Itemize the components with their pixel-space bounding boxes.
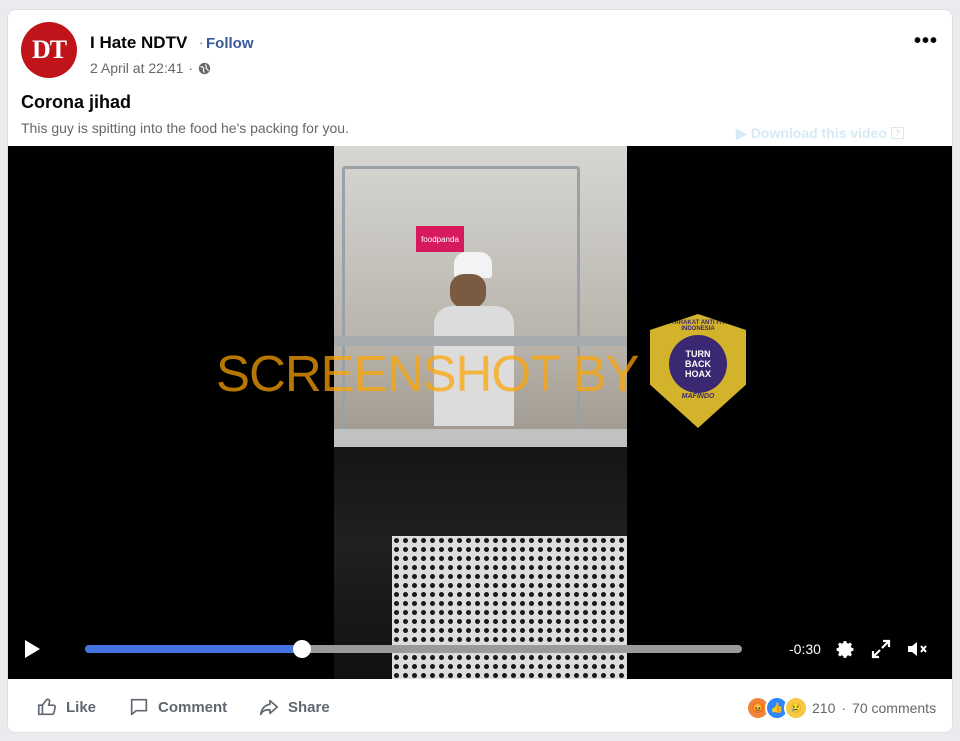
comment-label: Comment bbox=[158, 698, 228, 716]
progress-track[interactable] bbox=[85, 640, 742, 658]
mafindo-badge: MASYARAKAT ANTI FITNAH INDONESIA TURN BA… bbox=[650, 314, 746, 428]
fullscreen-icon[interactable] bbox=[869, 637, 893, 661]
download-video-label: Download this video bbox=[750, 125, 887, 141]
follow-button[interactable]: Follow bbox=[206, 35, 254, 52]
globe-icon bbox=[198, 62, 211, 74]
thumbs-up-icon bbox=[37, 698, 56, 716]
share-label: Share bbox=[288, 698, 330, 716]
like-button[interactable]: Like bbox=[36, 696, 96, 718]
comment-count-link[interactable]: 70 comments bbox=[852, 700, 936, 716]
time-remaining: -0:30 bbox=[789, 641, 821, 657]
meta-separator: · bbox=[188, 60, 194, 76]
page-name-link[interactable]: I Hate NDTV bbox=[90, 33, 187, 53]
download-help-icon: ? bbox=[890, 127, 905, 139]
video-player[interactable]: foodpanda SCREENSHOT BY MASYARAKAT ANTI … bbox=[8, 146, 952, 679]
badge-org-text: MASYARAKAT ANTI FITNAH INDONESIA bbox=[657, 320, 739, 332]
badge-line: TURN bbox=[685, 349, 711, 359]
post-meta: 2 April at 22:41 · bbox=[90, 60, 211, 76]
post-card: DT I Hate NDTV · Follow 2 April at 22:41… bbox=[7, 9, 953, 733]
sad-reaction-icon: 😢 bbox=[784, 696, 808, 720]
comment-button[interactable]: Comment bbox=[128, 696, 227, 718]
like-label: Like bbox=[66, 698, 97, 716]
name-separator: · bbox=[199, 35, 204, 50]
post-description: This guy is spitting into the food he's … bbox=[21, 120, 349, 136]
post-title: Corona jihad bbox=[21, 92, 132, 112]
post-timestamp[interactable]: 2 April at 22:41 bbox=[90, 60, 183, 76]
foodpanda-tag: foodpanda bbox=[416, 226, 464, 252]
share-icon bbox=[259, 699, 279, 716]
video-controls: -0:30 bbox=[8, 619, 952, 679]
badge-line: HOAX bbox=[684, 369, 711, 379]
play-icon[interactable] bbox=[25, 640, 40, 658]
counter-top bbox=[334, 429, 627, 447]
play-small-icon: ▶ bbox=[736, 124, 747, 141]
download-video-overlay[interactable]: ▶ Download this video ? bbox=[736, 124, 948, 142]
reactions-summary[interactable]: 😡 👍 😢 210 · 70 comments bbox=[746, 696, 936, 720]
mute-icon[interactable] bbox=[905, 637, 929, 661]
badge-circle: TURN BACK HOAX bbox=[669, 335, 727, 393]
avatar-monogram: DT bbox=[31, 35, 67, 64]
more-options-button[interactable]: ••• bbox=[914, 30, 938, 53]
page-avatar[interactable]: DT bbox=[21, 22, 77, 78]
comment-icon bbox=[130, 698, 148, 716]
screenshot-watermark: SCREENSHOT BY bbox=[216, 345, 639, 402]
worker-head bbox=[450, 274, 486, 308]
share-button[interactable]: Share bbox=[258, 696, 330, 718]
video-frame: foodpanda bbox=[334, 146, 627, 679]
reaction-count: 210 bbox=[812, 700, 836, 716]
progress-fill bbox=[85, 645, 302, 653]
gear-icon[interactable] bbox=[832, 637, 856, 661]
badge-mafindo-text: MAFINDO bbox=[681, 393, 715, 400]
stats-separator: · bbox=[841, 700, 847, 716]
progress-handle[interactable] bbox=[292, 640, 311, 658]
badge-line: BACK bbox=[685, 359, 711, 369]
